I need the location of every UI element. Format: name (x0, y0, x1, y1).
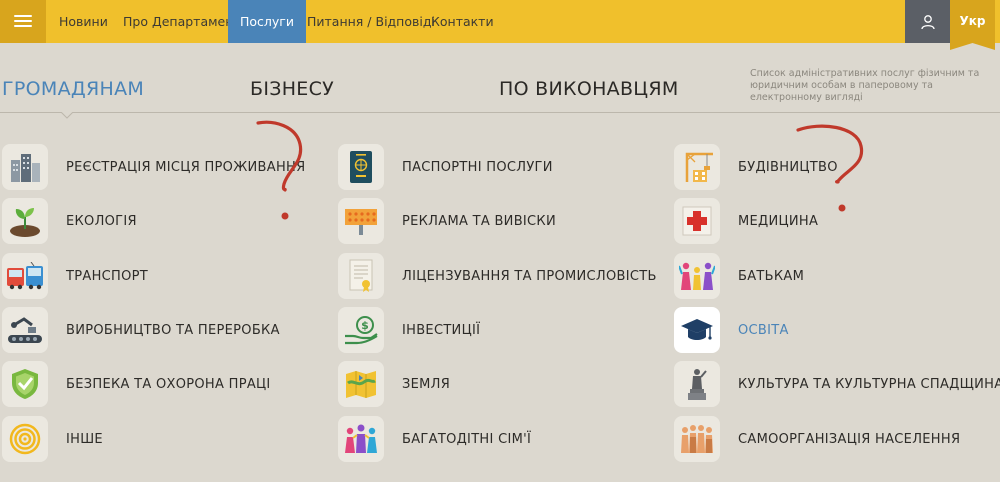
service-label: ТРАНСПОРТ (66, 268, 149, 284)
nav-services[interactable]: Послуги (228, 0, 306, 43)
user-icon (920, 14, 935, 29)
menu-button[interactable] (0, 0, 46, 43)
medical-cross-icon (674, 198, 720, 244)
billboard-icon (338, 198, 384, 244)
conveyor-icon (2, 307, 48, 353)
service-label: ЛІЦЕНЗУВАННЯ ТА ПРОМИСЛОВІСТЬ (402, 268, 657, 284)
nav-faq[interactable]: Питання / Відповіді (307, 0, 435, 43)
tabs-description: Список адміністративних послуг фізичним … (750, 68, 980, 103)
crane-icon (674, 144, 720, 190)
service-production[interactable]: ВИРОБНИЦТВО ТА ПЕРЕРОБКА (2, 307, 280, 353)
monument-icon (674, 361, 720, 407)
service-label: КУЛЬТУРА ТА КУЛЬТУРНА СПАДЩИНА (738, 376, 1000, 392)
buildings-icon (2, 144, 48, 190)
service-culture[interactable]: КУЛЬТУРА ТА КУЛЬТУРНА СПАДЩИНА (674, 361, 1000, 407)
crowd-icon (674, 416, 720, 462)
family-icon (338, 416, 384, 462)
service-label: БЕЗПЕКА ТА ОХОРОНА ПРАЦІ (66, 376, 271, 392)
graduation-cap-icon (674, 307, 720, 353)
service-labor-safety[interactable]: БЕЗПЕКА ТА ОХОРОНА ПРАЦІ (2, 361, 271, 407)
service-label: ПАСПОРТНІ ПОСЛУГИ (402, 159, 553, 175)
user-account-button[interactable] (905, 0, 950, 43)
top-navigation-bar: Новини Про Департамент Послуги Питання /… (0, 0, 1000, 50)
service-other[interactable]: ІНШЕ (2, 416, 103, 462)
service-self-organization[interactable]: САМООРГАНІЗАЦІЯ НАСЕЛЕННЯ (674, 416, 960, 462)
service-label: БАТЬКАМ (738, 268, 805, 284)
service-passport[interactable]: ПАСПОРТНІ ПОСЛУГИ (338, 144, 553, 190)
service-label: ЗЕМЛЯ (402, 376, 451, 392)
service-licensing[interactable]: ЛІЦЕНЗУВАННЯ ТА ПРОМИСЛОВІСТЬ (338, 253, 657, 299)
question-mark-annotation-icon (256, 120, 303, 220)
language-switch-button[interactable]: Укр (950, 0, 995, 50)
question-mark-annotation-icon (796, 124, 864, 212)
service-label: ОСВІТА (738, 322, 789, 338)
sprout-icon (2, 198, 48, 244)
tab-citizens[interactable]: ГРОМАДЯНАМ (2, 78, 144, 100)
passport-icon (338, 144, 384, 190)
service-education[interactable]: ОСВІТА (674, 307, 789, 353)
nav-news[interactable]: Новини (59, 0, 108, 43)
money-hand-icon: $ (338, 307, 384, 353)
service-ecology[interactable]: ЕКОЛОГІЯ (2, 198, 137, 244)
shield-check-icon (2, 361, 48, 407)
service-label: ЕКОЛОГІЯ (66, 213, 137, 229)
service-label: САМООРГАНІЗАЦІЯ НАСЕЛЕННЯ (738, 431, 961, 447)
map-icon (338, 361, 384, 407)
parents-icon (674, 253, 720, 299)
service-label: РЕКЛАМА ТА ВИВІСКИ (402, 213, 556, 229)
hamburger-icon (14, 15, 32, 28)
service-transport[interactable]: ТРАНСПОРТ (2, 253, 148, 299)
bus-icon (2, 253, 48, 299)
service-parents[interactable]: БАТЬКАМ (674, 253, 804, 299)
certificate-icon (338, 253, 384, 299)
target-icon (2, 416, 48, 462)
service-advertising[interactable]: РЕКЛАМА ТА ВИВІСКИ (338, 198, 556, 244)
tab-by-executors[interactable]: ПО ВИКОНАВЦЯМ (499, 78, 679, 100)
service-large-families[interactable]: БАГАТОДІТНІ СІМ'Ї (338, 416, 531, 462)
nav-about-department[interactable]: Про Департамент (123, 0, 241, 43)
tab-business[interactable]: БІЗНЕСУ (250, 78, 334, 100)
service-label: ІНШЕ (66, 431, 103, 447)
nav-contacts[interactable]: Контакти (431, 0, 494, 43)
service-investments[interactable]: $ ІНВЕСТИЦІЇ (338, 307, 480, 353)
active-tab-caret-icon (60, 111, 74, 119)
tabs-divider (0, 112, 1000, 113)
svg-text:$: $ (361, 319, 369, 332)
service-label: БАГАТОДІТНІ СІМ'Ї (402, 431, 532, 447)
service-label: ІНВЕСТИЦІЇ (402, 322, 481, 338)
service-label: ВИРОБНИЦТВО ТА ПЕРЕРОБКА (66, 322, 280, 338)
service-land[interactable]: ЗЕМЛЯ (338, 361, 450, 407)
